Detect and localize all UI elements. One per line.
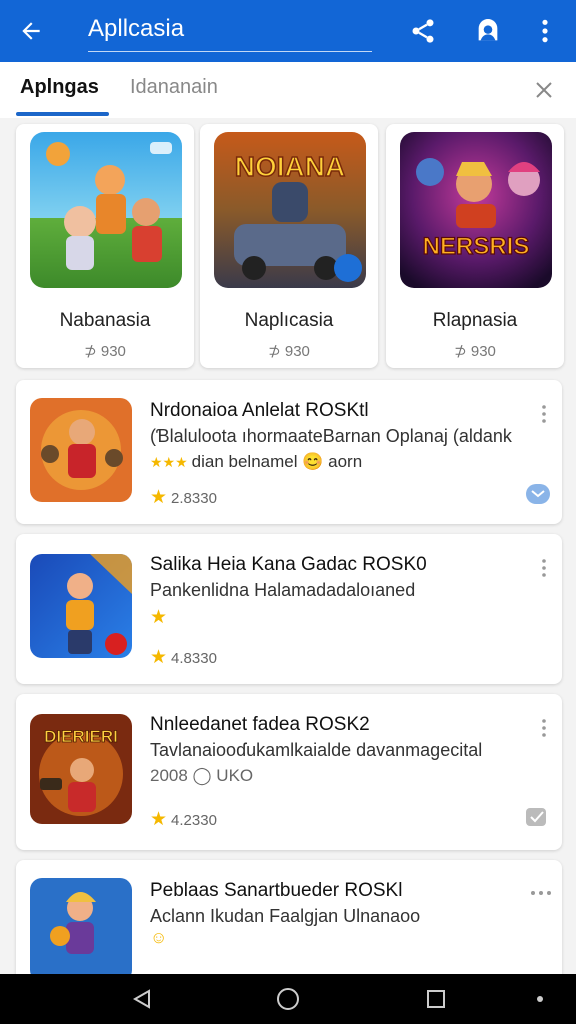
thumbnail-logo-text: DIERIERI — [44, 727, 118, 746]
nav-back-icon — [132, 989, 150, 1009]
star-icon: ★ — [150, 607, 168, 628]
update-badge[interactable] — [526, 808, 550, 828]
featured-card[interactable]: NERSRIS Rlapnasia ⊅ 930 — [386, 124, 564, 368]
app-thumbnail: NERSRIS — [400, 132, 552, 288]
app-rating: ★ 4.2330 — [150, 809, 217, 830]
app-description: ☺ — [150, 928, 167, 948]
back-arrow-icon — [22, 22, 40, 40]
nav-recents-icon — [427, 990, 445, 1008]
app-description: ★ — [150, 606, 171, 629]
item-menu-button[interactable] — [536, 404, 552, 424]
share-button[interactable] — [398, 0, 448, 62]
app-title: Peblaas Sanartbueder ROSKl — [150, 880, 403, 901]
list-item[interactable]: Nrdonaioa Anlelat ROSKtl (Ɓlaluloota ıho… — [16, 380, 562, 524]
account-icon — [478, 19, 498, 41]
search-field[interactable]: Apllcasia — [88, 10, 372, 52]
list-item[interactable]: Salika Heia Kana Gadac ROSK0 Pankenlidna… — [16, 534, 562, 684]
featured-app-meta: ⊅ 930 — [268, 343, 310, 360]
more-horiz-icon — [531, 891, 551, 895]
star-icon: ★ — [150, 647, 168, 668]
app-description: ★★★ dian belnamel 😊 aorn — [150, 452, 363, 471]
app-subtitle: Aclann Ikudan Faalgjan Ulnanaoo — [150, 906, 421, 926]
close-icon — [536, 82, 552, 98]
nav-home-icon — [277, 988, 299, 1010]
star-icon: ★ — [150, 487, 168, 508]
account-button[interactable] — [463, 0, 513, 62]
app-bar: Apllcasia — [0, 0, 576, 62]
tab-indicator — [16, 112, 109, 116]
more-vert-icon — [542, 19, 548, 43]
emoji-icon: ☺ — [150, 928, 168, 947]
nav-dot — [510, 974, 570, 1024]
mail-icon — [526, 484, 550, 504]
app-thumbnail: NOIANA — [214, 132, 366, 288]
check-icon — [526, 808, 546, 826]
featured-app-name: Naplıcasia — [244, 310, 334, 331]
app-title: Nrdonaioa Anlelat ROSKtl — [150, 400, 369, 421]
app-thumbnail — [30, 878, 132, 982]
tab-apps[interactable]: Aplngas — [20, 76, 99, 99]
system-nav-bar — [0, 974, 576, 1024]
featured-app-name: Nabanasia — [59, 310, 151, 331]
featured-card[interactable]: Nabanasia ⊅ 930 — [16, 124, 194, 368]
rating-stars-icon: ★★★ — [150, 454, 188, 470]
list-item[interactable]: DIERIERI Nnleedanet fadea ROSK2 Tavlanai… — [16, 694, 562, 850]
more-vert-icon — [542, 719, 546, 737]
app-subtitle: (Ɓlaluloota ıhormaateBarnan Oplanaj (ald… — [150, 426, 512, 446]
app-thumbnail — [30, 132, 182, 288]
app-title: Salika Heia Kana Gadac ROSK0 — [150, 554, 427, 575]
app-description: 2008 ◯ UKO — [150, 766, 254, 785]
featured-card[interactable]: NOIANA Naplıcasia ⊅ 930 — [200, 124, 378, 368]
share-icon — [412, 19, 434, 43]
thumbnail-logo-text: NERSRIS — [423, 233, 530, 260]
featured-app-meta: ⊅ 930 — [84, 343, 126, 360]
more-vert-icon — [542, 405, 546, 423]
app-subtitle: Pankenlidna Halamadadaloıaned — [150, 580, 416, 600]
thumbnail-logo-text: NOIANA — [235, 151, 345, 182]
back-button[interactable] — [0, 0, 62, 62]
app-subtitle: Tavlanaiooɗukamlkaialde davanmagecital — [150, 740, 483, 760]
tab-other[interactable]: Idananain — [130, 76, 218, 99]
more-options-button[interactable] — [520, 0, 570, 62]
nav-home-button[interactable] — [258, 974, 318, 1024]
install-badge[interactable] — [526, 484, 550, 504]
app-title: Apllcasia — [88, 15, 185, 42]
app-rating: ★ 4.8330 — [150, 647, 217, 668]
dot-icon — [537, 996, 543, 1002]
app-thumbnail — [30, 398, 132, 502]
nav-recents-button[interactable] — [406, 974, 466, 1024]
close-button[interactable] — [532, 78, 556, 102]
app-title: Nnleedanet fadea ROSK2 — [150, 714, 370, 735]
more-vert-icon — [542, 559, 546, 577]
app-thumbnail — [30, 554, 132, 658]
star-icon: ★ — [150, 809, 168, 830]
item-menu-button[interactable] — [536, 718, 552, 738]
tab-bar: Aplngas Idananain — [0, 62, 576, 118]
item-menu-button[interactable] — [536, 558, 552, 578]
item-menu-button[interactable] — [530, 884, 552, 904]
nav-back-button[interactable] — [112, 974, 172, 1024]
featured-app-name: Rlapnasia — [432, 310, 518, 331]
app-rating: ★ 2.8330 — [150, 487, 217, 508]
featured-row: Nabanasia ⊅ 930 NOIANA Naplıcasia ⊅ 930 — [0, 120, 576, 372]
featured-app-meta: ⊅ 930 — [454, 343, 496, 360]
app-thumbnail: DIERIERI — [30, 714, 132, 824]
